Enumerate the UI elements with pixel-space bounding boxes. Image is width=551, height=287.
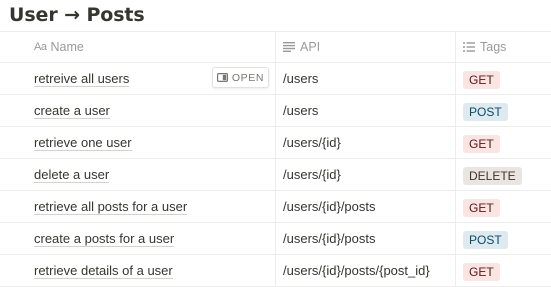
database-table: Aa Name API Tags retreive all users OPEN [0,31,551,287]
name-cell[interactable]: retrieve one user [0,127,276,158]
name-cell[interactable]: delete a user [0,159,276,190]
table-row[interactable]: delete a user /users/{id} DELETE [0,159,551,191]
table-row[interactable]: retrieve all posts for a user /users/{id… [0,191,551,223]
row-name[interactable]: create a posts for a user [34,231,175,247]
row-name[interactable]: delete a user [34,167,110,183]
text-property-icon: Aa [34,41,47,53]
column-header-tags[interactable]: Tags [456,32,551,62]
api-cell[interactable]: /users/{id}/posts [276,223,456,254]
api-cell[interactable]: /users [276,95,456,126]
tag-badge: GET [463,134,500,153]
open-button-label: OPEN [231,71,265,84]
multi-select-icon [463,42,475,52]
name-cell[interactable]: create a posts for a user [0,223,276,254]
column-header-name-label: Name [50,40,84,54]
row-name[interactable]: create a user [34,103,110,119]
table-row[interactable]: retreive all users OPEN /users GET [0,63,551,95]
table-header: Aa Name API Tags [0,31,551,63]
api-cell[interactable]: /users/{id} [276,159,456,190]
table-row[interactable]: create a user /users POST [0,95,551,127]
column-header-api-label: API [300,40,321,54]
table-row[interactable]: retrieve one user /users/{id} GET [0,127,551,159]
open-page-icon [216,73,228,82]
text-lines-icon [283,42,295,52]
tags-cell[interactable]: GET [456,127,551,158]
api-cell[interactable]: /users [276,63,456,94]
api-cell[interactable]: /users/{id} [276,127,456,158]
column-header-name[interactable]: Aa Name [0,32,276,62]
tag-badge: GET [463,70,500,89]
tags-cell[interactable]: GET [456,191,551,222]
page-title: User → Posts [9,4,145,26]
tags-cell[interactable]: POST [456,223,551,254]
open-button[interactable]: OPEN [212,67,269,88]
name-cell[interactable]: create a user [0,95,276,126]
tags-cell[interactable]: GET [456,63,551,94]
tags-cell[interactable]: GET [456,255,551,286]
row-name[interactable]: retrieve one user [34,135,132,151]
name-cell[interactable]: retreive all users OPEN [0,63,276,94]
tag-badge: GET [463,198,500,217]
tag-badge: DELETE [463,166,522,185]
api-cell[interactable]: /users/{id}/posts [276,191,456,222]
api-cell[interactable]: /users/{id}/posts/{post_id} [276,255,456,286]
table-row[interactable]: retrieve details of a user /users/{id}/p… [0,255,551,287]
row-name[interactable]: retrieve details of a user [34,263,173,279]
tags-cell[interactable]: DELETE [456,159,551,190]
name-cell[interactable]: retrieve details of a user [0,255,276,286]
row-name[interactable]: retreive all users [34,71,130,87]
table-row[interactable]: create a posts for a user /users/{id}/po… [0,223,551,255]
column-header-tags-label: Tags [480,40,507,54]
column-header-api[interactable]: API [276,32,456,62]
row-name[interactable]: retrieve all posts for a user [34,199,188,215]
name-cell[interactable]: retrieve all posts for a user [0,191,276,222]
tag-badge: POST [463,230,508,249]
tags-cell[interactable]: POST [456,95,551,126]
tag-badge: GET [463,262,500,281]
tag-badge: POST [463,102,508,121]
